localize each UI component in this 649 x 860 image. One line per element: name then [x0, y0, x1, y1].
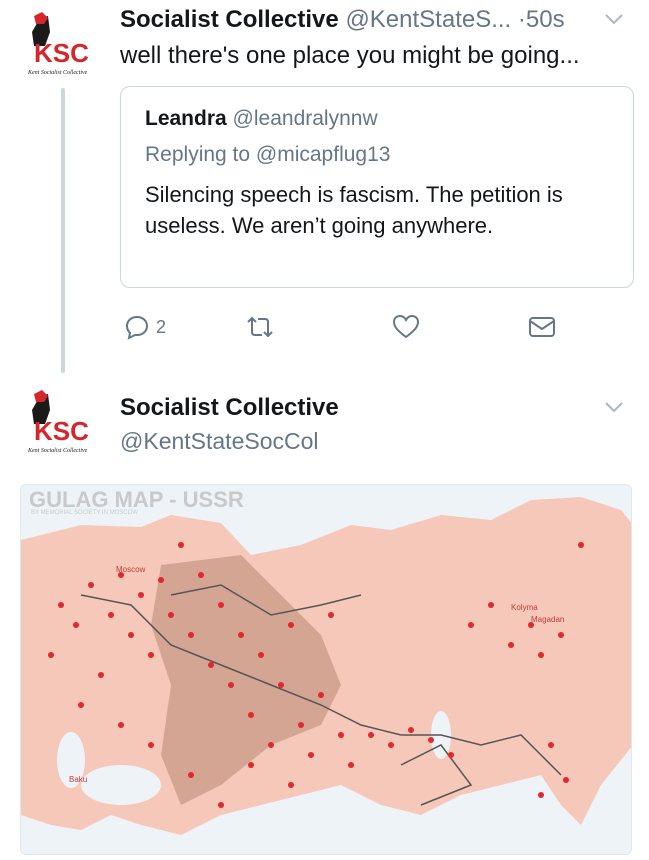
quoted-author-handle: @leandralynnw: [232, 107, 378, 130]
svg-text:Kent Socialist Collective: Kent Socialist Collective: [27, 448, 88, 454]
direct-message-button[interactable]: [528, 312, 556, 342]
like-button[interactable]: [392, 312, 420, 342]
map-graphic: [21, 485, 631, 854]
author-name[interactable]: Socialist Collective: [120, 394, 339, 422]
retweet-button[interactable]: [244, 312, 276, 342]
chevron-down-icon[interactable]: [604, 12, 624, 31]
replying-to-label: Replying to @micapflug13: [145, 143, 391, 166]
reply-button[interactable]: 2: [124, 312, 166, 342]
quoted-author-name: Leandra: [145, 107, 227, 130]
map-subtitle: BY MEMORIAL SOCIETY IN MOSCOW: [31, 510, 138, 516]
reply-icon: [125, 315, 149, 340]
map-label-moscow: Moscow: [116, 565, 146, 574]
timestamp[interactable]: 50s: [526, 6, 565, 33]
map-label-baku: Baku: [69, 775, 88, 784]
avatar[interactable]: KSC Kent Socialist Collective: [20, 10, 110, 80]
retweet-icon: [247, 316, 273, 338]
quoted-tweet-text: Silencing speech is fascism. The petitio…: [145, 182, 563, 238]
reply-count: 2: [156, 316, 167, 337]
author-name[interactable]: Socialist Collective: [120, 6, 339, 33]
envelope-icon: [529, 317, 555, 337]
chevron-down-icon[interactable]: [604, 400, 624, 419]
avatar[interactable]: KSC Kent Socialist Collective: [20, 388, 110, 458]
separator: ·: [517, 6, 526, 33]
quoted-tweet-card[interactable]: Leandra @leandralynnw Replying to @micap…: [120, 86, 634, 288]
map-label-kolyma: Kolyma: [511, 603, 538, 612]
svg-text:KSC: KSC: [34, 38, 89, 68]
tweet-text: well there's one place you might be goin…: [120, 42, 580, 69]
tweet-image-gulag-map[interactable]: GULAG MAP - USSR BY MEMORIAL SOCIETY IN …: [20, 484, 632, 855]
quoted-header: Leandra @leandralynnw: [145, 107, 378, 131]
svg-text:KSC: KSC: [34, 416, 89, 446]
map-label-magadan: Magadan: [531, 615, 565, 624]
thread-line: [61, 88, 65, 373]
author-handle[interactable]: @KentStateS...: [345, 6, 511, 33]
heart-icon: [392, 314, 420, 339]
tweet-header: Socialist Collective @KentStateS... ·50s: [120, 6, 565, 34]
author-handle[interactable]: @KentStateSocCol: [120, 428, 319, 455]
svg-text:Kent Socialist Collective: Kent Socialist Collective: [27, 70, 88, 76]
